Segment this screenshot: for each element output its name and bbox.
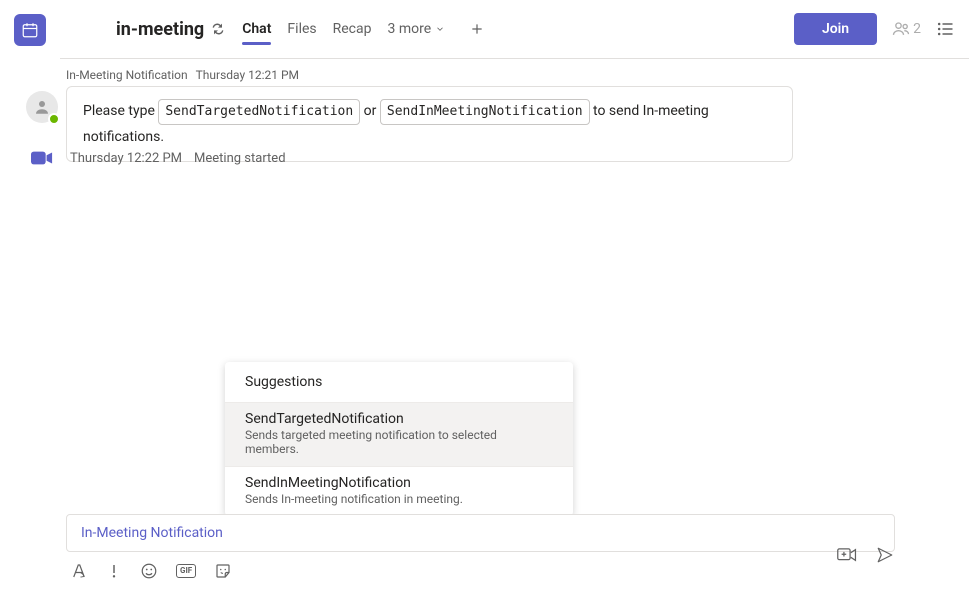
suggestion-desc: Sends targeted meeting notification to s…	[245, 428, 553, 456]
inline-code-1: SendTargetedNotification	[158, 99, 360, 125]
suggestions-header: Suggestions	[225, 362, 573, 402]
message-timestamp: Thursday 12:21 PM	[196, 68, 299, 82]
suggestion-title: SendInMeetingNotification	[245, 475, 553, 491]
tab-more-label: 3 more	[387, 21, 431, 37]
video-icon	[31, 150, 53, 166]
chevron-down-icon	[435, 24, 445, 34]
gif-icon: GIF	[176, 564, 196, 578]
message-text-pre: Please type	[83, 103, 158, 119]
tab-chat[interactable]: Chat	[242, 3, 271, 55]
presence-available	[48, 113, 60, 125]
participant-count[interactable]: 2	[891, 19, 921, 39]
tab-recap[interactable]: Recap	[333, 3, 372, 55]
priority-button[interactable]	[106, 562, 122, 580]
priority-icon	[106, 562, 122, 580]
chat-header: in-meeting Chat Files Recap 3 more Join …	[60, 0, 969, 59]
sticker-icon	[214, 562, 232, 580]
message-text-mid: or	[360, 103, 380, 119]
suggestion-title: SendTargetedNotification	[245, 411, 553, 427]
message-input[interactable]	[66, 514, 895, 552]
plus-icon	[469, 21, 485, 37]
bot-icon	[33, 98, 51, 116]
gif-button[interactable]: GIF	[176, 564, 196, 578]
people-icon	[891, 19, 911, 39]
suggestion-desc: Sends In-meeting notification in meeting…	[245, 492, 553, 506]
send-button[interactable]	[875, 546, 895, 568]
loop-icon[interactable]	[210, 21, 226, 37]
format-button[interactable]	[70, 562, 88, 580]
list-icon[interactable]	[935, 19, 955, 39]
meeting-event-timestamp: Thursday 12:22 PM	[70, 151, 182, 166]
suggestion-item[interactable]: SendInMeetingNotification Sends In-meeti…	[225, 466, 573, 516]
sticker-button[interactable]	[214, 562, 232, 580]
participant-count-value: 2	[913, 21, 921, 37]
format-icon	[70, 562, 88, 580]
emoji-button[interactable]	[140, 562, 158, 580]
tab-more[interactable]: 3 more	[387, 3, 445, 55]
suggestions-popup: Suggestions SendTargetedNotification Sen…	[225, 362, 573, 516]
present-icon	[837, 546, 857, 564]
send-icon	[875, 546, 895, 564]
meeting-event-label: Meeting started	[194, 151, 286, 166]
calendar-icon	[21, 21, 39, 39]
tab-files[interactable]: Files	[287, 3, 316, 55]
emoji-icon	[140, 562, 158, 580]
meeting-started-event: Thursday 12:22 PM Meeting started	[26, 148, 286, 168]
join-button[interactable]: Join	[794, 13, 877, 45]
add-tab-button[interactable]	[461, 13, 493, 45]
app-icon-calendar[interactable]	[14, 14, 46, 46]
inline-code-2: SendInMeetingNotification	[380, 99, 590, 125]
suggestion-item[interactable]: SendTargetedNotification Sends targeted …	[225, 402, 573, 466]
present-button[interactable]	[837, 546, 857, 568]
message-sender: In-Meeting Notification	[66, 68, 188, 82]
bot-avatar[interactable]	[26, 91, 58, 123]
chat-title: in-meeting	[116, 19, 204, 40]
